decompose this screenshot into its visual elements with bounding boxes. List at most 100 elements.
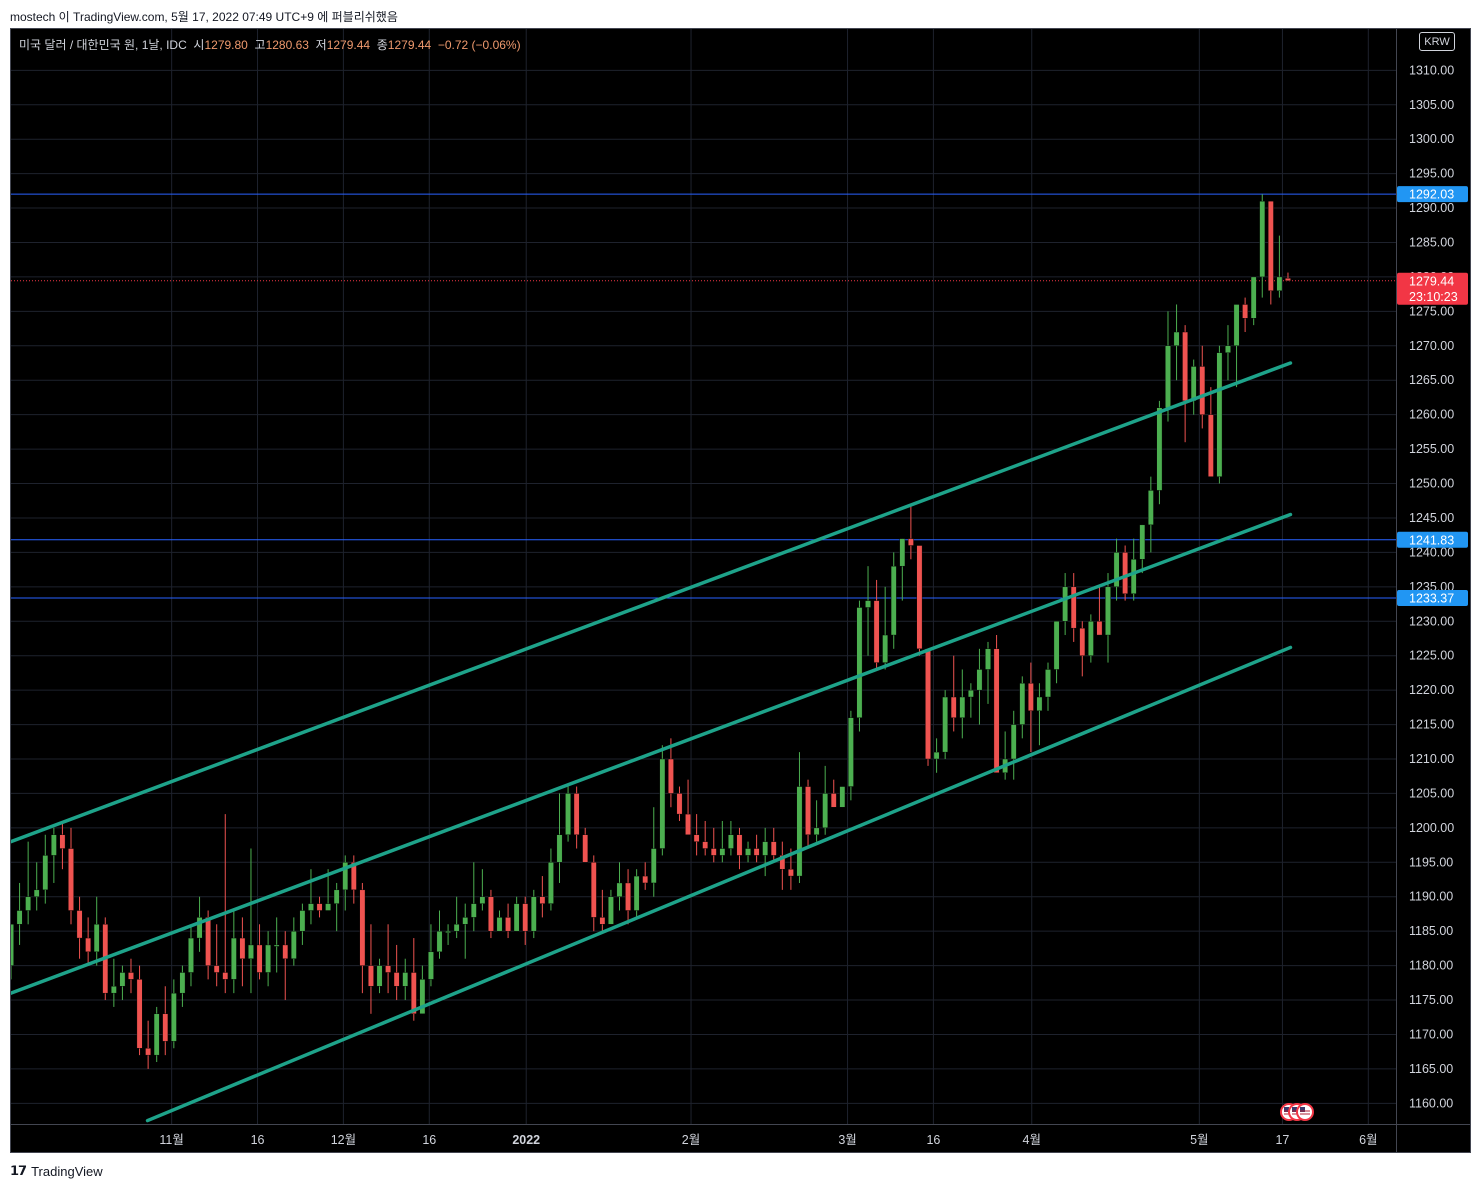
candle-body [239, 937, 246, 959]
candle-body [479, 896, 486, 904]
candle-body [522, 903, 529, 932]
candle-body [256, 944, 263, 973]
candle-body [1130, 559, 1137, 594]
price-tick-label: 1225.00 [1409, 649, 1454, 663]
candle-body [728, 834, 734, 849]
candle-body [899, 538, 906, 567]
price-tick-label: 1300.00 [1409, 132, 1454, 146]
footer-brand[interactable]: 𝟭𝟳 TradingView [10, 1163, 103, 1179]
price-tick-label: 1220.00 [1409, 683, 1454, 697]
candle-body [1173, 331, 1180, 346]
candle-body [950, 696, 957, 718]
price-label-text: 1241.83 [1409, 533, 1454, 547]
price-tick-label: 1230.00 [1409, 614, 1454, 628]
current-price-text: 1279.44 [1409, 274, 1454, 288]
candle-body [1242, 304, 1248, 319]
candle-body [410, 972, 417, 1015]
candle-body [282, 944, 289, 959]
candle-body [85, 937, 91, 953]
candle-body [136, 979, 143, 1049]
tradingview-logo-icon: 𝟭𝟳 [10, 1163, 27, 1178]
candle-body [599, 917, 606, 925]
price-tick-label: 1250.00 [1409, 477, 1454, 491]
candle-body [1250, 276, 1257, 319]
candle-body [325, 903, 331, 911]
candle-body [205, 917, 211, 966]
candle-body [719, 848, 726, 856]
candle-body [616, 882, 623, 897]
change-value: −0.72 (−0.06%) [437, 38, 521, 52]
time-tick-label: 16 [251, 1133, 265, 1147]
candle-body [530, 896, 537, 932]
candlestick-chart[interactable]: 1160.00 1165.00 1170.00 1175.00 1180.00 1185.… [11, 29, 1470, 1152]
candle-body [659, 758, 666, 849]
candle-body [736, 834, 743, 856]
candle-body [590, 862, 597, 918]
candle-body [693, 834, 700, 842]
low-value: 1279.44 [326, 38, 371, 52]
candle-body [179, 972, 186, 994]
price-tick-label: 1285.00 [1409, 235, 1454, 249]
candle-body [856, 607, 863, 718]
candle-body [445, 930, 451, 933]
candle-body [11, 924, 14, 966]
candle-body [376, 965, 383, 987]
high-label: 고 [254, 38, 266, 52]
candle-body [1053, 621, 1060, 670]
candle-body [1019, 683, 1026, 725]
candle-body [762, 841, 769, 856]
currency-button[interactable]: KRW [1419, 32, 1455, 51]
price-label-text: 1292.03 [1409, 188, 1454, 202]
candle-body [625, 882, 631, 911]
price-tick-label: 1215.00 [1409, 718, 1454, 732]
candle-body [119, 972, 126, 987]
symbol-title[interactable]: 미국 달러 / 대한민국 원, 1날, IDC [19, 38, 187, 52]
candle-body [676, 793, 683, 815]
time-tick-label: 2월 [682, 1133, 700, 1147]
time-tick-label: 12월 [331, 1133, 356, 1147]
candle-body [890, 565, 897, 636]
chart-pane[interactable]: 1160.00 1165.00 1170.00 1175.00 1180.00 1185.… [10, 28, 1471, 1153]
price-tick-label: 1260.00 [1409, 408, 1454, 422]
candle-body [556, 834, 563, 863]
price-tick-label: 1310.00 [1409, 63, 1454, 77]
candle-body [230, 937, 237, 980]
price-tick-label: 1160.00 [1409, 1096, 1453, 1110]
price-tick-label: 1305.00 [1409, 98, 1454, 112]
candle-body [333, 889, 340, 904]
candle-body [942, 696, 949, 753]
candle-body [385, 965, 391, 973]
candle-body [248, 944, 254, 959]
candle-body [959, 696, 966, 718]
candle-body [68, 848, 74, 911]
price-label-text: 1233.37 [1409, 592, 1454, 606]
candle-body [290, 930, 297, 959]
candle-body [1087, 621, 1094, 656]
candle-body [162, 1013, 169, 1042]
candle-body [110, 986, 117, 994]
time-tick-label: 17 [1275, 1133, 1289, 1147]
candle-body [548, 862, 554, 904]
candle-body [582, 834, 589, 863]
candle-body [753, 848, 760, 856]
candle-body [1156, 407, 1163, 491]
candle-body [1165, 345, 1171, 408]
price-tick-label: 1210.00 [1409, 752, 1454, 766]
candle-body [496, 917, 503, 932]
time-tick-label: 3월 [838, 1133, 856, 1147]
candle-body [1028, 683, 1034, 711]
channel-trendline [145, 645, 1293, 1123]
candle-body [993, 648, 1000, 773]
candle-body [539, 896, 546, 904]
price-tick-label: 1170.00 [1409, 1027, 1453, 1041]
price-tick-label: 1185.00 [1409, 924, 1453, 938]
price-tick-label: 1290.00 [1409, 201, 1454, 215]
us-event-flag-icon[interactable] [1296, 1103, 1314, 1121]
candle-body [1216, 352, 1223, 477]
candle-body [1070, 586, 1077, 629]
candle-body [513, 903, 520, 932]
candle-body [462, 917, 469, 925]
channel-trendline [11, 512, 1293, 995]
candle-body [642, 875, 649, 884]
price-tick-label: 1190.00 [1409, 890, 1453, 904]
